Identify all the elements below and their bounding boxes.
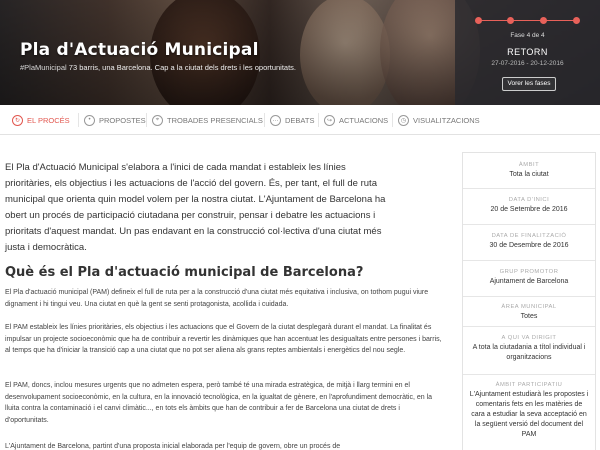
- phase-panel: Fase 4 de 4 RETORN 27-07-2016 - 20-12-20…: [455, 0, 600, 105]
- actions-icon: ↪: [324, 114, 335, 126]
- meta-participation-scope: ÀMBIT PARTICIPATIU L'Ajuntament estudiar…: [463, 375, 595, 450]
- view-phases-button[interactable]: Vorer les fases: [502, 77, 556, 91]
- meta-start-date: DATA D'INICI 20 de Setembre de 2016: [463, 189, 595, 225]
- meta-value: 30 de Desembre de 2016: [489, 242, 569, 249]
- meta-label: DATA DE FINALITZACIÓ: [491, 233, 567, 239]
- tab-label: EL PROCÉS: [27, 115, 70, 125]
- tab-propostes[interactable]: • PROPOSTES: [84, 105, 146, 135]
- meta-label: A QUI VA DIRIGIT: [501, 335, 557, 341]
- proposals-icon: •: [84, 114, 95, 126]
- tab-visualitzacions[interactable]: ◷ VISUALITZACIONS: [398, 105, 480, 135]
- tab-label: DEBATS: [285, 115, 315, 125]
- process-description: El Pla d'Actuació Municipal s'elabora a …: [0, 136, 456, 450]
- meta-value: A tota la ciutadania a títol individual …: [472, 344, 586, 361]
- phase-step-dot: [475, 17, 482, 24]
- process-tabs: ↻ EL PROCÉS • PROPOSTES ⌖ TROBADES PRESE…: [0, 105, 600, 135]
- meta-end-date: DATA DE FINALITZACIÓ 30 de Desembre de 2…: [463, 225, 595, 261]
- meta-value: L'Ajuntament estudiarà les propostes i c…: [469, 391, 589, 438]
- tab-label: ACTUACIONS: [339, 115, 389, 125]
- debates-icon: …: [270, 114, 281, 126]
- process-hero-banner: Pla d'Actuació Municipal #PlaMunicipal 7…: [0, 0, 600, 105]
- phase-counter: Fase 4 de 4: [510, 32, 545, 39]
- meta-scope: ÀMBIT Tota la ciutat: [463, 153, 595, 189]
- tab-divider: [392, 113, 393, 127]
- body-paragraph: El Pla d'actuació municipal (PAM) define…: [5, 289, 429, 308]
- phase-name: RETORN: [507, 47, 548, 57]
- tab-divider: [146, 113, 147, 127]
- meta-value: 20 de Setembre de 2016: [490, 206, 568, 213]
- meta-area: ÀREA MUNICIPAL Totes: [463, 297, 595, 327]
- tab-divider: [318, 113, 319, 127]
- process-subtitle-text: 73 barris, una Barcelona. Cap a la ciuta…: [68, 63, 297, 72]
- meta-value: Ajuntament de Barcelona: [489, 278, 569, 285]
- tab-label: TROBADES PRESENCIALS: [167, 115, 263, 125]
- tab-debats[interactable]: … DEBATS: [270, 105, 314, 135]
- meta-label: ÀREA MUNICIPAL: [501, 304, 557, 310]
- phase-dates: 27-07-2016 - 20-12-2016: [491, 60, 564, 67]
- meta-label: ÀMBIT PARTICIPATIU: [495, 382, 563, 388]
- body-paragraph: El PAM estableix les línies prioritàries…: [5, 324, 442, 354]
- meta-label: ÀMBIT: [518, 162, 540, 168]
- phase-step-dot: [573, 17, 580, 24]
- phase-step-dot: [507, 17, 514, 24]
- phase-progress-track: [477, 20, 577, 21]
- phase-step-dot: [540, 17, 547, 24]
- process-icon: ↻: [12, 114, 23, 126]
- meta-value: Tota la ciutat: [509, 171, 549, 178]
- meta-value: Totes: [520, 313, 538, 320]
- tab-label: PROPOSTES: [99, 115, 146, 125]
- meta-target-audience: A QUI VA DIRIGIT A tota la ciutadania a …: [463, 327, 595, 375]
- process-hashtag[interactable]: #PlaMunicipal: [20, 63, 67, 72]
- tab-actuacions[interactable]: ↪ ACTUACIONS: [324, 105, 388, 135]
- process-metadata-card: ÀMBIT Tota la ciutat DATA D'INICI 20 de …: [462, 152, 596, 450]
- intro-paragraph: El Pla d'Actuació Municipal s'elabora a …: [5, 162, 386, 253]
- body-paragraph: L'Ajuntament de Barcelona, partint d'una…: [5, 443, 341, 450]
- process-title: Pla d'Actuació Municipal: [20, 40, 259, 60]
- visualizations-icon: ◷: [398, 114, 409, 126]
- tab-el-proces[interactable]: ↻ EL PROCÉS: [12, 105, 70, 135]
- tab-divider: [78, 113, 79, 127]
- body-paragraph: El PAM, doncs, inclou mesures urgents qu…: [5, 382, 433, 424]
- section-heading: Què és el Pla d'actuació municipal de Ba…: [5, 265, 364, 280]
- tab-trobades-presencials[interactable]: ⌖ TROBADES PRESENCIALS: [152, 105, 263, 135]
- meta-promoter: GRUP PROMOTOR Ajuntament de Barcelona: [463, 261, 595, 297]
- process-subtitle: #PlaMunicipal 73 barris, una Barcelona. …: [20, 63, 296, 72]
- meta-label: GRUP PROMOTOR: [499, 269, 559, 275]
- tab-divider: [264, 113, 265, 127]
- meetings-icon: ⌖: [152, 114, 163, 126]
- meta-label: DATA D'INICI: [508, 197, 550, 203]
- tab-label: VISUALITZACIONS: [413, 115, 480, 125]
